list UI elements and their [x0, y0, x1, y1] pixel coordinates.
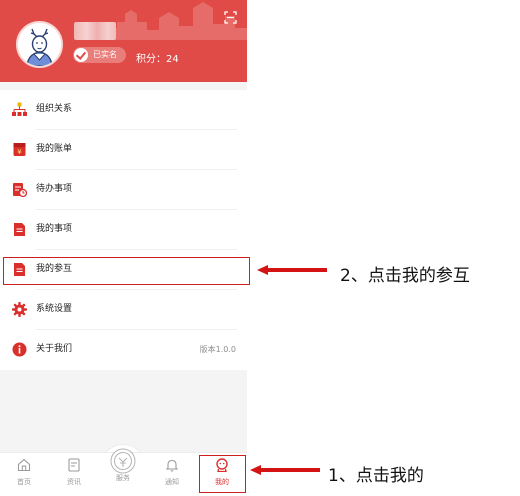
menu-label: 系统设置 [36, 304, 73, 314]
menu-item-todo[interactable]: 待办事项 [0, 170, 247, 210]
highlight-box-participation [3, 257, 250, 285]
annotation-step2: 2、点击我的参互 [340, 266, 470, 286]
avatar[interactable] [16, 21, 63, 68]
tab-label: 通知 [165, 478, 179, 486]
tab-news[interactable]: 资讯 [54, 458, 94, 494]
tab-label: 服务 [116, 474, 130, 482]
menu-item-about[interactable]: 关于我们 版本1.0.0 [0, 330, 247, 370]
verified-badge: 已实名 [73, 47, 126, 63]
menu-item-my-items[interactable]: 我的事项 [0, 210, 247, 250]
menu-item-org[interactable]: 组织关系 [0, 90, 247, 130]
document-icon [14, 223, 25, 236]
info-icon [12, 342, 27, 357]
mobile-app-screen: 已实名 积分：24 组织关系 ¥ 我的账单 待办事项 我的事项 我的参互 系统设… [0, 0, 247, 496]
profile-header: 已实名 积分：24 [0, 0, 247, 82]
arrow-left-icon [257, 265, 327, 275]
menu-label: 我的账单 [36, 144, 73, 154]
menu-item-settings[interactable]: 系统设置 [0, 290, 247, 330]
points-label: 积分：24 [136, 54, 179, 65]
menu-label: 组织关系 [36, 104, 73, 114]
gear-icon [12, 302, 27, 317]
tab-home[interactable]: 首页 [4, 458, 44, 494]
tab-notify[interactable]: 通知 [152, 458, 192, 494]
highlight-box-mine-tab [199, 455, 246, 493]
tab-label: 资讯 [67, 478, 81, 486]
tutorial-screenshot: 已实名 积分：24 组织关系 ¥ 我的账单 待办事项 我的事项 我的参互 系统设… [0, 0, 520, 496]
arrow-left-icon [250, 465, 320, 475]
menu-label: 待办事项 [36, 184, 73, 194]
menu-list: 组织关系 ¥ 我的账单 待办事项 我的事项 我的参互 系统设置 关于我们 版本1… [0, 90, 247, 370]
menu-label: 关于我们 [36, 344, 73, 354]
deer-avatar-icon [18, 23, 61, 66]
menu-label: 我的事项 [36, 224, 73, 234]
verified-label: 已实名 [93, 50, 117, 59]
version-label: 版本1.0.0 [199, 345, 236, 354]
org-chart-icon [12, 102, 27, 116]
tab-label: 首页 [17, 478, 31, 486]
home-icon [17, 458, 31, 472]
check-icon [74, 48, 88, 62]
annotation-step1: 1、点击我的 [328, 466, 424, 486]
service-icon [110, 448, 136, 474]
tab-service[interactable]: 服务 [103, 448, 143, 494]
scan-icon[interactable] [224, 11, 237, 24]
news-icon [68, 458, 80, 472]
username-blurred [74, 22, 116, 40]
bill-icon: ¥ [13, 143, 26, 156]
svg-text:¥: ¥ [17, 148, 22, 156]
bell-icon [165, 459, 179, 472]
todo-icon [13, 183, 27, 197]
menu-item-bill[interactable]: ¥ 我的账单 [0, 130, 247, 170]
